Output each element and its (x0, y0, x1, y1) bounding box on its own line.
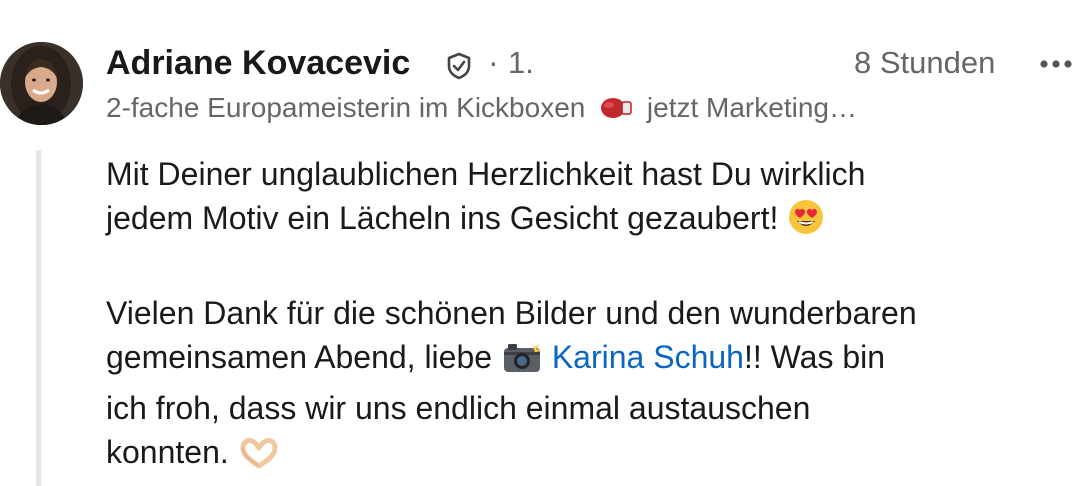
comment-timestamp: 8 Stunden (854, 45, 996, 80)
comment-line: Mit Deiner unglaublichen Herzlichkeit ha… (106, 152, 1076, 196)
comment-line: konnten. (106, 430, 1076, 481)
comment-text: Vielen Dank für die schönen Bilder und d… (106, 295, 917, 331)
author-name[interactable]: Adriane Kovacevic (106, 44, 410, 83)
mention-link[interactable]: Karina Schuh (552, 339, 744, 375)
thread-line (36, 150, 41, 486)
comment-text: !! Was bin (743, 339, 886, 375)
comment-text: jedem Motiv ein Lächeln ins Gesicht geza… (106, 200, 779, 236)
smiling-heart-eyes-icon (787, 198, 825, 247)
author-headline: 2-fache Europameisterin im Kickboxen jet… (106, 92, 1066, 132)
avatar-photo (0, 42, 83, 125)
headline-text-end: jetzt Marketing… (646, 92, 857, 123)
comment-text: Mit Deiner unglaublichen Herzlichkeit ha… (106, 156, 866, 192)
comment-body: Mit Deiner unglaublichen Herzlichkeit ha… (106, 152, 1076, 481)
connection-degree: 1. (508, 45, 534, 80)
comment-header: Adriane Kovacevic · 1. 8 Stunden (106, 42, 1072, 86)
more-horizontal-icon[interactable] (1036, 42, 1076, 82)
separator-dot: · (488, 44, 499, 80)
comment-line: gemeinsamen Abend, liebe Karina Schuh!! … (106, 335, 1076, 386)
shield-check-icon (444, 51, 474, 81)
comment-line: Vielen Dank für die schönen Bilder und d… (106, 291, 1076, 335)
boxing-glove-icon (599, 95, 633, 121)
heart-hands-icon (238, 436, 280, 481)
comment-text: ich froh, dass wir uns endlich einmal au… (106, 390, 811, 426)
comment-line: jedem Motiv ein Lächeln ins Gesicht geza… (106, 196, 1076, 247)
headline-text-start: 2-fache Europameisterin im Kickboxen (106, 92, 586, 123)
comment-line: ich froh, dass wir uns endlich einmal au… (106, 386, 1076, 430)
comment-text: konnten. (106, 434, 229, 470)
comment-text: gemeinsamen Abend, liebe (106, 339, 493, 375)
author-avatar[interactable] (0, 42, 83, 125)
camera-flash-icon (501, 339, 543, 386)
